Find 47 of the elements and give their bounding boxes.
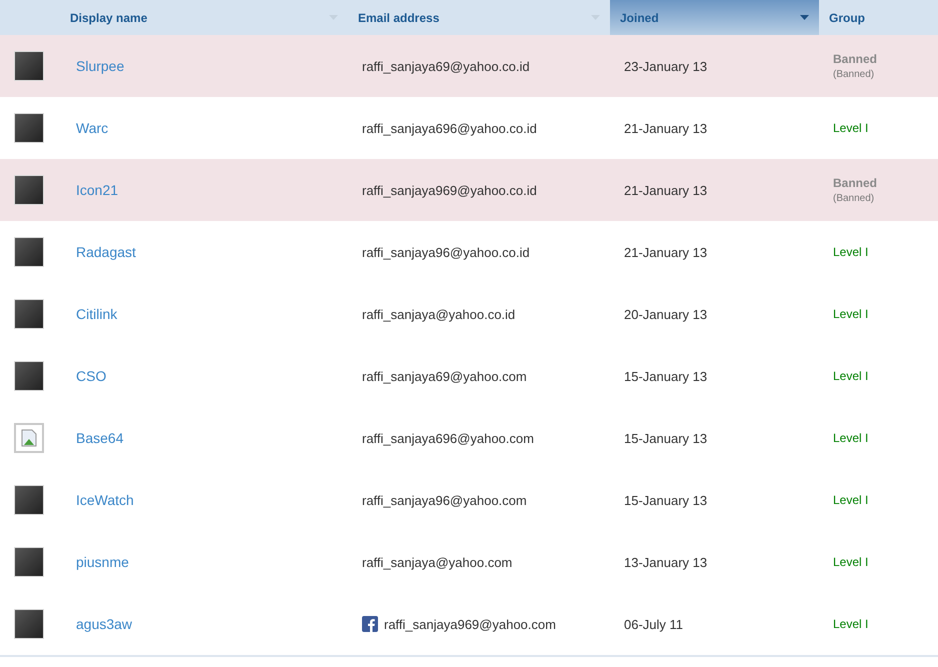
email-text: raffi_sanjaya969@yahoo.com bbox=[384, 616, 556, 632]
joined-date: 21-January 13 bbox=[623, 120, 708, 136]
member-name-link[interactable]: Icon21 bbox=[60, 182, 118, 198]
joined-date: 15-January 13 bbox=[623, 368, 708, 384]
member-name-link[interactable]: Base64 bbox=[60, 430, 124, 446]
joined-date: 15-January 13 bbox=[623, 492, 708, 508]
member-name-link[interactable]: agus3aw bbox=[60, 616, 132, 632]
group-label: Level I bbox=[833, 121, 870, 135]
group-note: (Banned) bbox=[833, 69, 876, 80]
email-text: raffi_sanjaya@yahoo.com bbox=[362, 554, 512, 570]
sort-caret-icon bbox=[800, 15, 809, 20]
group-note: (Banned) bbox=[833, 193, 876, 204]
joined-date: 20-January 13 bbox=[623, 306, 708, 322]
column-header[interactable]: Display name bbox=[60, 0, 348, 35]
group-label: Level I bbox=[833, 617, 870, 631]
email-text: raffi_sanjaya969@yahoo.co.id bbox=[362, 182, 537, 198]
group-label: Level I bbox=[833, 307, 870, 321]
email-text: raffi_sanjaya696@yahoo.com bbox=[362, 430, 534, 446]
member-name-link[interactable]: Radagast bbox=[60, 244, 136, 260]
joined-date: 23-January 13 bbox=[623, 58, 708, 74]
group-label: Level I bbox=[833, 555, 870, 569]
email-text: raffi_sanjaya@yahoo.co.id bbox=[362, 306, 516, 322]
group-label: Level I bbox=[833, 431, 870, 445]
group-label: Banned bbox=[833, 52, 878, 66]
member-name-link[interactable]: CSO bbox=[60, 368, 106, 384]
member-name-link[interactable]: Warc bbox=[60, 120, 108, 136]
joined-date: 21-January 13 bbox=[623, 244, 708, 260]
group-label: Level I bbox=[833, 369, 870, 383]
joined-date: 13-January 13 bbox=[623, 554, 708, 570]
joined-date: 06-July 11 bbox=[623, 616, 684, 632]
group-label: Level I bbox=[833, 245, 870, 259]
column-header[interactable]: Group bbox=[819, 0, 938, 35]
email-text: raffi_sanjaya696@yahoo.co.id bbox=[362, 120, 537, 136]
email-text: raffi_sanjaya96@yahoo.co.id bbox=[362, 244, 530, 260]
column-header[interactable]: Joined bbox=[610, 0, 819, 35]
email-text: raffi_sanjaya69@yahoo.com bbox=[362, 368, 527, 384]
member-name-link[interactable]: Slurpee bbox=[60, 58, 124, 74]
column-header[interactable]: Email address bbox=[348, 0, 610, 35]
group-label: Level I bbox=[833, 493, 870, 507]
email-text: raffi_sanjaya96@yahoo.com bbox=[362, 492, 527, 508]
email-text: raffi_sanjaya69@yahoo.co.id bbox=[362, 58, 530, 74]
joined-date: 15-January 13 bbox=[623, 430, 708, 446]
group-label: Banned bbox=[833, 176, 878, 190]
joined-date: 21-January 13 bbox=[623, 182, 708, 198]
member-name-link[interactable]: piusnme bbox=[60, 554, 129, 570]
member-name-link[interactable]: IceWatch bbox=[60, 492, 134, 508]
member-name-link[interactable]: Citilink bbox=[60, 306, 118, 322]
